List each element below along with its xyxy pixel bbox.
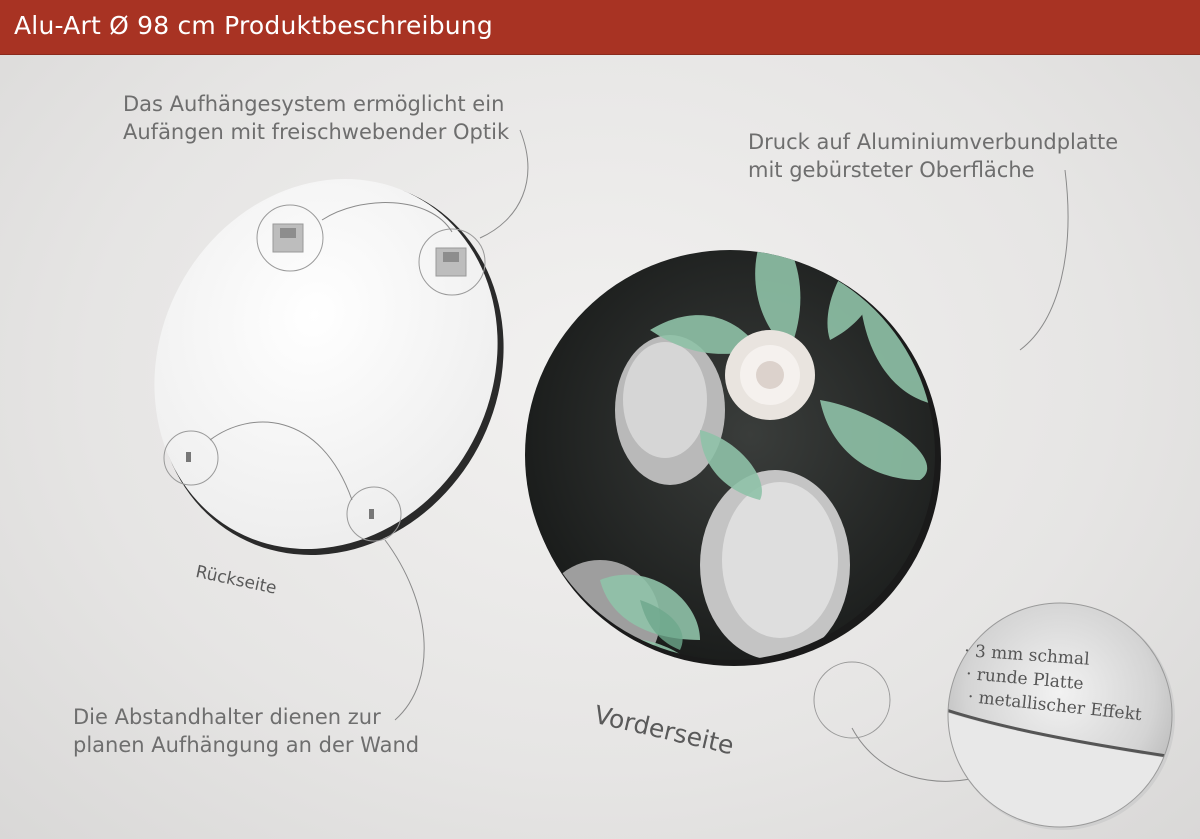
caption-line: Das Aufhängesystem ermöglicht ein — [123, 92, 505, 116]
front-plate — [525, 250, 941, 666]
caption-line: mit gebürsteter Oberfläche — [748, 158, 1035, 182]
hanging-system-caption: Das Aufhängesystem ermöglicht ein Aufäng… — [123, 90, 509, 146]
feature-list: · 3 mm schmal · runde Platte · metallisc… — [964, 640, 1144, 725]
edge-highlight-circle — [813, 661, 891, 739]
caption-line: Aufängen mit freischwebender Optik — [123, 120, 510, 144]
caption-line: planen Aufhängung an der Wand — [73, 733, 420, 757]
caption-line: Die Abstandhalter dienen zur — [73, 705, 381, 729]
print-caption: Druck auf Aluminiumverbundplatte mit geb… — [748, 128, 1118, 184]
spacers-caption: Die Abstandhalter dienen zur planen Aufh… — [73, 703, 419, 759]
edge-detail-icon — [947, 602, 1175, 830]
caption-line: Druck auf Aluminiumverbundplatte — [748, 130, 1119, 154]
back-plate — [154, 179, 504, 555]
